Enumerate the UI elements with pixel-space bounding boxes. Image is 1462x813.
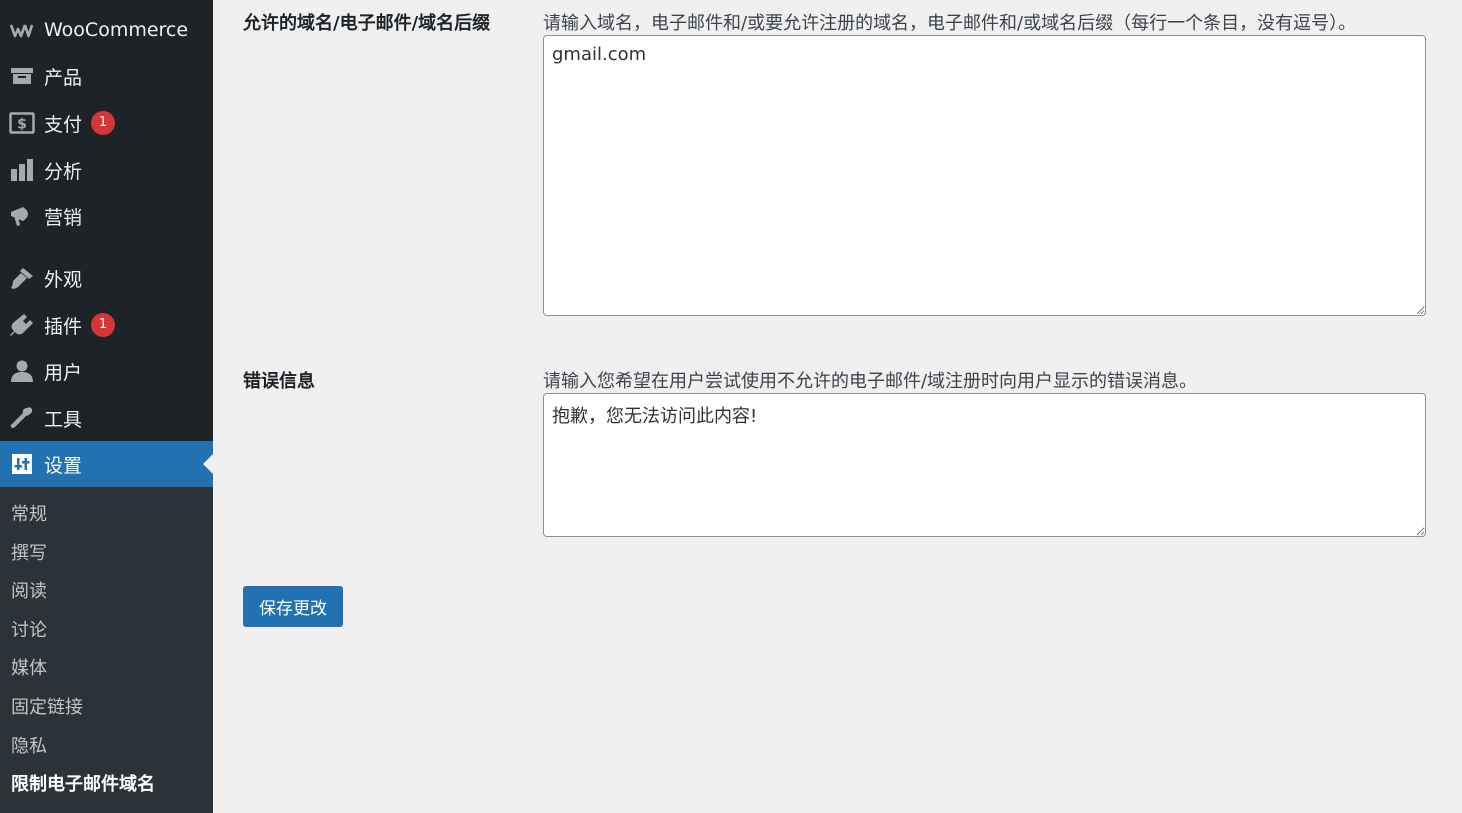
sidebar-item-plugins[interactable]: 插件 1 bbox=[0, 302, 213, 348]
plug-icon bbox=[0, 313, 44, 337]
submenu-item-writing[interactable]: 撰写 bbox=[11, 539, 47, 569]
sidebar-item-users[interactable]: 用户 bbox=[0, 348, 213, 394]
archive-icon bbox=[0, 66, 44, 86]
sidebar-item-marketing[interactable]: 营销 bbox=[0, 193, 213, 239]
sidebar-item-label: 外观 bbox=[44, 268, 83, 291]
allowed-domains-textarea[interactable]: gmail.com bbox=[543, 35, 1426, 316]
error-message-label: 错误信息 bbox=[243, 371, 315, 392]
save-changes-button[interactable]: 保存更改 bbox=[243, 586, 343, 627]
allowed-domains-label: 允许的域名/电子邮件/域名后缀 bbox=[243, 13, 491, 34]
sidebar-item-tools[interactable]: 工具 bbox=[0, 395, 213, 441]
allowed-domains-description: 请输入域名，电子邮件和/或要允许注册的域名，电子邮件和/或域名后缀（每行一个条目… bbox=[543, 13, 1357, 34]
paintbrush-icon bbox=[0, 266, 44, 290]
sidebar-item-appearance[interactable]: 外观 bbox=[0, 255, 213, 301]
sidebar-item-products[interactable]: 产品 bbox=[0, 53, 213, 99]
sidebar-item-payments[interactable]: $ 支付 1 bbox=[0, 100, 213, 146]
settings-submenu: 常规 撰写 阅读 讨论 媒体 固定链接 隐私 限制电子邮件域名 bbox=[0, 487, 213, 813]
sidebar-item-label: 支付 bbox=[44, 113, 83, 136]
sidebar-item-label: 设置 bbox=[44, 454, 83, 477]
dollar-icon: $ bbox=[0, 112, 44, 134]
sidebar-item-label: 营销 bbox=[44, 206, 83, 229]
sidebar-item-label: 工具 bbox=[44, 408, 83, 431]
sidebar-item-woocommerce[interactable]: WooCommerce bbox=[0, 7, 213, 53]
submenu-item-permalinks[interactable]: 固定链接 bbox=[11, 693, 83, 723]
sidebar-item-label: 产品 bbox=[44, 66, 83, 89]
sidebar-item-label: WooCommerce bbox=[44, 19, 189, 41]
admin-sidebar: WooCommerce 产品 $ 支付 1 分析 营销 外观 插件 1 用户 工… bbox=[0, 0, 213, 813]
submenu-item-reading[interactable]: 阅读 bbox=[11, 577, 47, 607]
bar-chart-icon bbox=[0, 159, 44, 181]
update-count-badge: 1 bbox=[91, 111, 116, 135]
sidebar-item-label: 用户 bbox=[44, 361, 83, 384]
error-message-description: 请输入您希望在用户尝试使用不允许的电子邮件/域注册时向用户显示的错误消息。 bbox=[543, 371, 1198, 392]
sidebar-item-analytics[interactable]: 分析 bbox=[0, 147, 213, 193]
wrench-icon bbox=[0, 406, 44, 430]
error-message-textarea[interactable]: 抱歉，您无法访问此内容! bbox=[543, 393, 1426, 537]
submenu-item-general[interactable]: 常规 bbox=[11, 500, 47, 530]
settings-icon bbox=[0, 453, 44, 475]
submenu-item-restrict-email-domains[interactable]: 限制电子邮件域名 bbox=[11, 770, 155, 800]
sidebar-item-label: 插件 bbox=[44, 315, 83, 338]
submenu-item-privacy[interactable]: 隐私 bbox=[11, 732, 47, 762]
submenu-item-discussion[interactable]: 讨论 bbox=[11, 616, 47, 646]
user-icon bbox=[0, 359, 44, 383]
svg-text:$: $ bbox=[17, 117, 27, 133]
woo-icon bbox=[0, 22, 44, 38]
update-count-badge: 1 bbox=[91, 313, 116, 337]
sidebar-item-settings[interactable]: 设置 bbox=[0, 441, 213, 487]
submenu-item-media[interactable]: 媒体 bbox=[11, 654, 47, 684]
megaphone-icon bbox=[0, 204, 44, 228]
sidebar-item-label: 分析 bbox=[44, 160, 83, 183]
